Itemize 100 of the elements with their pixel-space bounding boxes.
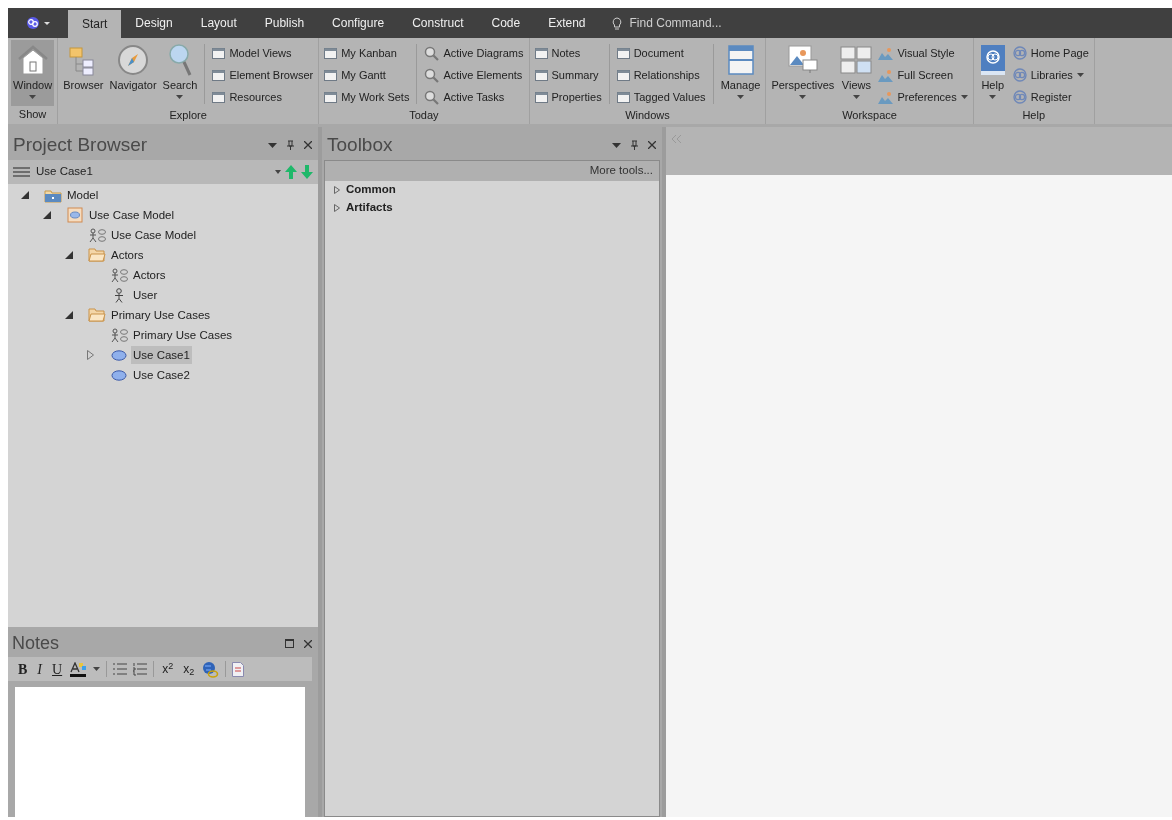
ribbon-button[interactable]: Active Tasks [422, 86, 526, 108]
toolbox-section[interactable]: Common [346, 181, 396, 199]
format-button[interactable]: B [16, 658, 30, 680]
ribbon-tab[interactable]: Publish [250, 8, 319, 38]
picture-icon [787, 45, 818, 75]
ribbon-button[interactable]: Home Page [1010, 42, 1091, 64]
format-button[interactable]: U [50, 658, 65, 680]
ribbon-group-label: Explore [168, 108, 208, 123]
window-icon [616, 91, 630, 103]
ribbon-tab[interactable]: Design [121, 8, 187, 38]
app-logo-icon[interactable] [25, 16, 51, 30]
collapsed-toggle-icon[interactable] [334, 186, 340, 194]
window-icon [534, 69, 548, 81]
collapsed-toggle-icon[interactable] [87, 350, 94, 360]
pin-icon[interactable] [287, 140, 294, 150]
ribbon-button[interactable]: My Kanban [322, 42, 412, 64]
tree-item[interactable]: Primary Use Cases [131, 326, 235, 344]
ribbon-tab[interactable]: Configure [318, 8, 399, 38]
tree-item[interactable]: User [131, 286, 160, 304]
ribbon-button[interactable]: Libraries [1010, 64, 1091, 86]
window-icon [212, 91, 226, 103]
window-icon [534, 47, 548, 59]
ribbon-button[interactable]: Element Browser [210, 64, 316, 86]
ribbon-button[interactable]: Relationships [614, 64, 708, 86]
script-button[interactable]: x$^{2}$ [160, 660, 176, 678]
ribbon-button[interactable]: My Gantt [322, 64, 412, 86]
lightbulb-icon [611, 16, 622, 30]
tree-item[interactable]: Actors [109, 246, 146, 264]
document-icon[interactable] [232, 661, 245, 677]
ribbon-tab[interactable]: Code [477, 8, 535, 38]
ribbon-tab[interactable]: Extend [534, 8, 600, 38]
ribbon-button[interactable]: Views [838, 40, 875, 106]
format-button[interactable]: I [35, 658, 44, 680]
ribbon-button[interactable]: Resources [210, 86, 316, 108]
folder-icon [88, 308, 106, 322]
ribbon-button[interactable]: Visual Style [876, 42, 970, 64]
ribbon-button[interactable]: Active Elements [422, 64, 526, 86]
ribbon-button[interactable]: Full Screen [876, 64, 970, 86]
emblem-icon [1012, 68, 1027, 82]
dropdown-icon[interactable] [275, 170, 281, 174]
tree-item[interactable]: Primary Use Cases [109, 306, 213, 324]
expanded-toggle-icon[interactable] [43, 211, 51, 219]
collapsed-toggle-icon[interactable] [334, 204, 340, 212]
tree-item[interactable]: Use Case Model [87, 206, 176, 224]
ribbon-button[interactable]: Window [11, 40, 55, 106]
ribbon-button[interactable]: Model Views [210, 42, 316, 64]
ribbon-button[interactable]: Manage [718, 40, 763, 106]
text-color-icon[interactable] [70, 661, 88, 677]
numbered-list-icon[interactable] [133, 662, 148, 676]
script-button[interactable]: x$_{2}$ [181, 660, 197, 678]
globe-link-icon[interactable] [202, 660, 220, 678]
ribbon-button[interactable]: Properties [532, 86, 604, 108]
ribbon-button[interactable]: Active Diagrams [422, 42, 526, 64]
close-icon[interactable] [304, 639, 312, 648]
ribbon-button[interactable]: Preferences [876, 86, 970, 108]
panel-icon [727, 45, 754, 75]
ribbon-tab[interactable]: Construct [398, 8, 478, 38]
window-icon [616, 69, 630, 81]
ribbon-tab[interactable]: Start [68, 10, 122, 38]
ribbon-button[interactable]: My Work Sets [322, 86, 412, 108]
ribbon-tab[interactable]: Layout [186, 8, 251, 38]
caret-icon [93, 667, 101, 671]
dropdown-icon[interactable] [612, 142, 621, 148]
ribbon-button[interactable]: Notes [532, 42, 604, 64]
pin-icon[interactable] [631, 140, 638, 150]
expanded-toggle-icon[interactable] [65, 251, 73, 259]
landscape-icon [878, 68, 894, 82]
window-icon [212, 47, 226, 59]
ribbon-button[interactable]: Navigator [107, 40, 159, 106]
dropdown-icon[interactable] [268, 142, 277, 148]
tree-item[interactable]: Use Case Model [109, 226, 198, 244]
ribbon-button[interactable]: Browser [61, 40, 106, 106]
ribbon-button[interactable]: Document [614, 42, 708, 64]
tree-item[interactable]: Use Case1 [131, 346, 192, 364]
expanded-toggle-icon[interactable] [21, 191, 29, 199]
tree-item[interactable]: Use Case2 [131, 366, 192, 384]
actor-icon [114, 287, 124, 303]
toolbox-section[interactable]: Artifacts [346, 199, 393, 217]
tree-item[interactable]: Actors [131, 266, 168, 284]
ribbon-button[interactable]: Summary [532, 64, 604, 86]
landscape-icon [878, 46, 894, 60]
help-book-icon [978, 44, 1007, 76]
more-tools-link[interactable]: More tools... [589, 162, 653, 180]
emblem-icon [1012, 46, 1027, 60]
close-icon[interactable] [648, 141, 656, 149]
layout-grid-icon [840, 46, 873, 74]
tree-item[interactable]: Model [65, 186, 101, 204]
ribbon-button[interactable]: Perspectives [769, 40, 837, 106]
ribbon-button[interactable]: Search [160, 40, 200, 106]
panel-title: Notes [12, 632, 60, 655]
compass-icon [117, 44, 149, 76]
ribbon-button[interactable]: Tagged Values [614, 86, 708, 108]
maximize-icon[interactable] [285, 639, 294, 648]
expanded-toggle-icon[interactable] [65, 311, 73, 319]
window-icon [616, 47, 630, 59]
menu-icon[interactable] [13, 167, 30, 177]
ribbon-button[interactable]: Register [1010, 86, 1091, 108]
close-icon[interactable] [304, 141, 312, 149]
ribbon-button[interactable]: Help [976, 40, 1009, 106]
find-command-field[interactable]: Find Command... [611, 8, 722, 38]
